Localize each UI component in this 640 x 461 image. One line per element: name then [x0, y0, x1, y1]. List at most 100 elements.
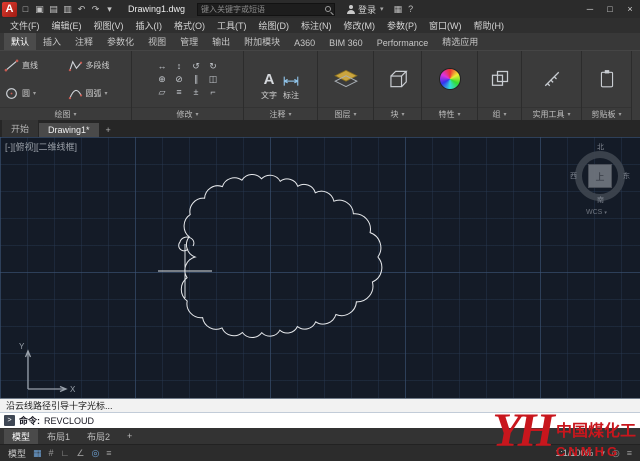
- ribbon-tab-2[interactable]: 注释: [68, 33, 100, 50]
- modify-tool-icon-7[interactable]: ◫: [209, 74, 218, 85]
- new-file-icon[interactable]: □: [19, 4, 32, 15]
- draw-panel-footer[interactable]: 绘图: [0, 107, 131, 120]
- ribbon-tab-9[interactable]: BIM 360: [322, 36, 370, 50]
- arc-tool-button[interactable]: 圆弧 ▾: [68, 80, 128, 106]
- groups-panel-footer[interactable]: 组: [478, 107, 521, 120]
- search-icon[interactable]: [325, 6, 331, 12]
- viewcube-cube[interactable]: 上: [588, 164, 612, 188]
- circle-dropdown-icon[interactable]: ▾: [33, 90, 36, 97]
- layers-panel-footer[interactable]: 图层: [318, 107, 373, 120]
- save-icon[interactable]: ▤: [47, 4, 60, 15]
- dimension-tool-label: 标注: [283, 90, 299, 101]
- menu-item-2[interactable]: 视图(V): [88, 19, 130, 32]
- menu-item-8[interactable]: 修改(M): [338, 19, 382, 32]
- help-search-box[interactable]: [197, 3, 335, 16]
- ribbon-tab-3[interactable]: 参数化: [100, 33, 141, 50]
- file-tab-1[interactable]: Drawing1*: [39, 123, 99, 137]
- modify-tool-icon-8[interactable]: ▱: [158, 87, 167, 98]
- ribbon-tab-0[interactable]: 默认: [4, 33, 36, 50]
- close-button[interactable]: ×: [620, 0, 640, 18]
- utilities-panel-footer[interactable]: 实用工具: [522, 107, 581, 120]
- undo-icon[interactable]: ↶: [75, 4, 88, 15]
- modify-tool-icon-3[interactable]: ↻: [209, 61, 218, 72]
- menu-item-0[interactable]: 文件(F): [4, 19, 46, 32]
- polar-tracking-icon[interactable]: ∠: [76, 448, 84, 459]
- text-tool-button[interactable]: A 文字: [261, 57, 277, 101]
- properties-panel-footer[interactable]: 特性: [422, 107, 477, 120]
- modify-tool-icon-6[interactable]: ∥: [192, 74, 201, 85]
- menu-item-5[interactable]: 工具(T): [211, 19, 253, 32]
- viewcube-south-label[interactable]: 南: [597, 195, 604, 205]
- menu-item-7[interactable]: 标注(N): [295, 19, 338, 32]
- ribbon-tab-1[interactable]: 插入: [36, 33, 68, 50]
- menu-item-3[interactable]: 插入(I): [130, 19, 169, 32]
- apps-exchange-icon[interactable]: ▦: [394, 4, 403, 15]
- viewcube-north-label[interactable]: 北: [597, 142, 604, 152]
- ribbon-tab-6[interactable]: 输出: [205, 33, 237, 50]
- open-file-icon[interactable]: ▣: [33, 4, 46, 15]
- ribbon-tab-4[interactable]: 视图: [141, 33, 173, 50]
- quick-access-dropdown-icon[interactable]: ▾: [103, 4, 116, 15]
- modify-tool-icon-9[interactable]: ≡: [175, 87, 184, 98]
- drawing-canvas[interactable]: [-][俯视][二维线框] X Y 北 南 西 东 上 WCS: [0, 137, 640, 398]
- application-menu-button[interactable]: A: [2, 2, 17, 17]
- minimize-button[interactable]: ─: [580, 0, 600, 18]
- modify-tool-icon-1[interactable]: ↕: [175, 61, 184, 72]
- new-drawing-tab-button[interactable]: +: [100, 123, 117, 137]
- plot-icon[interactable]: ▥: [61, 4, 74, 15]
- annotation-panel-footer[interactable]: 注释: [244, 107, 317, 120]
- ribbon-tab-11[interactable]: 精选应用: [435, 33, 485, 50]
- menu-item-11[interactable]: 帮助(H): [468, 19, 511, 32]
- block-panel-footer[interactable]: 块: [374, 107, 421, 120]
- polyline-tool-button[interactable]: 多段线: [68, 52, 128, 78]
- arc-dropdown-icon[interactable]: ▾: [105, 90, 108, 97]
- menu-item-9[interactable]: 参数(P): [381, 19, 423, 32]
- properties-color-wheel-icon[interactable]: [439, 68, 461, 90]
- viewcube-east-label[interactable]: 东: [623, 171, 630, 181]
- clipboard-icon[interactable]: [597, 69, 617, 89]
- ortho-mode-icon[interactable]: ∟: [61, 448, 70, 459]
- menu-item-1[interactable]: 编辑(E): [46, 19, 88, 32]
- dimension-tool-button[interactable]: 标注: [282, 57, 300, 101]
- modify-tool-icon-0[interactable]: ↔: [158, 61, 167, 72]
- maximize-button[interactable]: □: [600, 0, 620, 18]
- clipboard-panel-footer[interactable]: 剪贴板: [582, 107, 631, 120]
- snap-mode-icon[interactable]: #: [49, 448, 54, 459]
- redo-icon[interactable]: ↷: [89, 4, 102, 15]
- modify-tool-icon-4[interactable]: ⊕: [158, 74, 167, 85]
- menu-item-4[interactable]: 格式(O): [168, 19, 211, 32]
- file-tab-0[interactable]: 开始: [2, 120, 38, 137]
- ribbon-tab-10[interactable]: Performance: [370, 36, 436, 50]
- layers-icon[interactable]: [333, 69, 359, 89]
- viewcube-west-label[interactable]: 西: [570, 171, 577, 181]
- ribbon-tab-5[interactable]: 管理: [173, 33, 205, 50]
- menu-item-6[interactable]: 绘图(D): [253, 19, 296, 32]
- new-layout-button[interactable]: +: [119, 430, 140, 442]
- viewport-controls[interactable]: [-][俯视][二维线框]: [5, 140, 77, 153]
- object-snap-icon[interactable]: ◎: [91, 448, 99, 459]
- layout-tab-2[interactable]: 布局2: [79, 429, 118, 444]
- lineweight-icon[interactable]: ≡: [106, 448, 111, 459]
- modify-panel-footer[interactable]: 修改: [132, 107, 243, 120]
- modify-tool-icon-2[interactable]: ↺: [192, 61, 201, 72]
- ribbon-tab-7[interactable]: 附加模块: [237, 33, 287, 50]
- circle-tool-button[interactable]: 圆 ▾: [4, 80, 64, 106]
- ribbon-tab-8[interactable]: A360: [287, 36, 322, 50]
- modify-tool-icon-11[interactable]: ⌐: [209, 87, 218, 98]
- modify-tool-icon-10[interactable]: ±: [192, 87, 201, 98]
- grid-display-icon[interactable]: ▦: [33, 448, 42, 459]
- menu-item-10[interactable]: 窗口(W): [423, 19, 468, 32]
- block-icon[interactable]: [387, 69, 409, 89]
- line-tool-button[interactable]: 直线: [4, 52, 64, 78]
- layout-tab-1[interactable]: 布局1: [39, 429, 78, 444]
- wcs-dropdown[interactable]: WCS: [586, 209, 607, 216]
- viewcube[interactable]: 北 南 西 东 上 WCS: [572, 142, 628, 216]
- help-icon[interactable]: ?: [408, 4, 413, 15]
- signin-button[interactable]: 登录: [347, 3, 384, 16]
- layout-tab-0[interactable]: 模型: [4, 429, 38, 444]
- modify-tool-icon-5[interactable]: ⊘: [175, 74, 184, 85]
- measure-icon[interactable]: [542, 70, 562, 88]
- search-input[interactable]: [201, 5, 322, 14]
- model-space-button[interactable]: 模型: [8, 447, 26, 460]
- group-icon[interactable]: [490, 70, 510, 88]
